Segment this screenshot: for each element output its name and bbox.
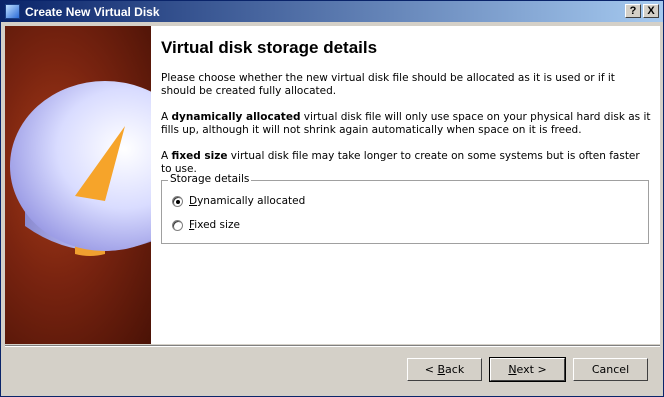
help-button[interactable]: ? (625, 4, 641, 18)
dynamic-description: A dynamically allocated virtual disk fil… (161, 111, 651, 136)
storage-details-group: Storage details Dynamically allocated Fi… (161, 173, 649, 244)
next-button[interactable]: Next > (489, 357, 566, 382)
dialog-window: Create New Virtual Disk ? X Virtual disk… (0, 0, 664, 397)
intro-text: Please choose whether the new virtual di… (161, 72, 615, 97)
back-button[interactable]: < Back (407, 358, 482, 381)
disk-pie-graphic (10, 81, 151, 256)
virtualbox-app-icon (5, 4, 20, 19)
window-title: Create New Virtual Disk (25, 5, 160, 19)
radio-label: Fixed size (189, 219, 240, 231)
button-separator (5, 345, 660, 347)
radio-button-checked[interactable] (172, 195, 183, 207)
page-title: Virtual disk storage details (161, 38, 378, 57)
group-legend: Storage details (168, 173, 252, 185)
cancel-button[interactable]: Cancel (573, 358, 648, 381)
radio-button[interactable] (172, 219, 183, 231)
radio-dynamically-allocated[interactable]: Dynamically allocated (172, 195, 305, 207)
radio-label: Dynamically allocated (189, 195, 306, 207)
wizard-side-image (5, 26, 151, 344)
close-button[interactable]: X (643, 4, 659, 18)
radio-fixed-size[interactable]: Fixed size (172, 219, 240, 231)
wizard-page: Virtual disk storage details Please choo… (151, 26, 660, 344)
title-bar[interactable]: Create New Virtual Disk ? X (1, 1, 663, 22)
